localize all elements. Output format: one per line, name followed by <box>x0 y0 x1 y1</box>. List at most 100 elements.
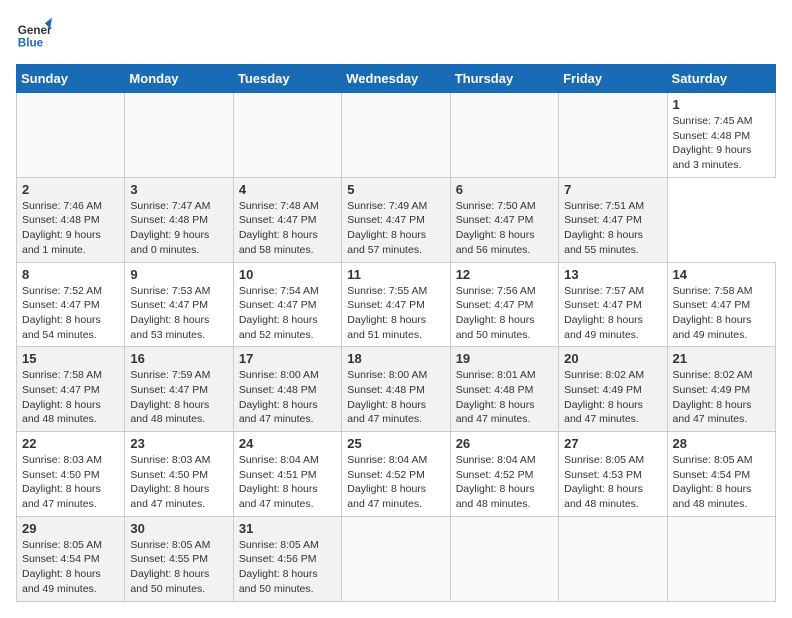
empty-cell <box>559 516 667 601</box>
day-info: Sunrise: 7:52 AMSunset: 4:47 PMDaylight:… <box>22 284 119 343</box>
day-number: 27 <box>564 436 661 451</box>
day-cell-13: 13 Sunrise: 7:57 AMSunset: 4:47 PMDaylig… <box>559 262 667 347</box>
day-cell-27: 27 Sunrise: 8:05 AMSunset: 4:53 PMDaylig… <box>559 432 667 517</box>
day-info: Sunrise: 8:05 AMSunset: 4:54 PMDaylight:… <box>22 538 119 597</box>
day-info: Sunrise: 8:03 AMSunset: 4:50 PMDaylight:… <box>130 453 227 512</box>
day-number: 14 <box>673 267 770 282</box>
day-cell-22: 22 Sunrise: 8:03 AMSunset: 4:50 PMDaylig… <box>17 432 125 517</box>
calendar-week-1: 2 Sunrise: 7:46 AMSunset: 4:48 PMDayligh… <box>17 177 776 262</box>
day-number: 31 <box>239 521 336 536</box>
day-cell-10: 10 Sunrise: 7:54 AMSunset: 4:47 PMDaylig… <box>233 262 341 347</box>
empty-cell <box>342 516 450 601</box>
day-header-wednesday: Wednesday <box>342 65 450 93</box>
page-header: General Blue <box>16 16 776 52</box>
day-cell-16: 16 Sunrise: 7:59 AMSunset: 4:47 PMDaylig… <box>125 347 233 432</box>
day-cell-5: 5 Sunrise: 7:49 AMSunset: 4:47 PMDayligh… <box>342 177 450 262</box>
day-info: Sunrise: 8:04 AMSunset: 4:51 PMDaylight:… <box>239 453 336 512</box>
day-cell-25: 25 Sunrise: 8:04 AMSunset: 4:52 PMDaylig… <box>342 432 450 517</box>
day-cell-21: 21 Sunrise: 8:02 AMSunset: 4:49 PMDaylig… <box>667 347 775 432</box>
day-info: Sunrise: 7:57 AMSunset: 4:47 PMDaylight:… <box>564 284 661 343</box>
day-cell-17: 17 Sunrise: 8:00 AMSunset: 4:48 PMDaylig… <box>233 347 341 432</box>
day-info: Sunrise: 8:04 AMSunset: 4:52 PMDaylight:… <box>456 453 553 512</box>
day-cell-11: 11 Sunrise: 7:55 AMSunset: 4:47 PMDaylig… <box>342 262 450 347</box>
day-info: Sunrise: 8:00 AMSunset: 4:48 PMDaylight:… <box>239 368 336 427</box>
day-header-thursday: Thursday <box>450 65 558 93</box>
day-header-tuesday: Tuesday <box>233 65 341 93</box>
day-number: 8 <box>22 267 119 282</box>
day-number: 30 <box>130 521 227 536</box>
day-number: 24 <box>239 436 336 451</box>
empty-cell <box>125 93 233 178</box>
day-number: 7 <box>564 182 661 197</box>
day-cell-6: 6 Sunrise: 7:50 AMSunset: 4:47 PMDayligh… <box>450 177 558 262</box>
day-number: 17 <box>239 351 336 366</box>
day-number: 28 <box>673 436 770 451</box>
day-cell-14: 14 Sunrise: 7:58 AMSunset: 4:47 PMDaylig… <box>667 262 775 347</box>
day-info: Sunrise: 8:05 AMSunset: 4:53 PMDaylight:… <box>564 453 661 512</box>
day-header-monday: Monday <box>125 65 233 93</box>
day-cell-30: 30 Sunrise: 8:05 AMSunset: 4:55 PMDaylig… <box>125 516 233 601</box>
day-info: Sunrise: 7:46 AMSunset: 4:48 PMDaylight:… <box>22 199 119 258</box>
day-number: 19 <box>456 351 553 366</box>
calendar-week-2: 8 Sunrise: 7:52 AMSunset: 4:47 PMDayligh… <box>17 262 776 347</box>
calendar-week-3: 15 Sunrise: 7:58 AMSunset: 4:47 PMDaylig… <box>17 347 776 432</box>
empty-cell <box>450 93 558 178</box>
day-number: 3 <box>130 182 227 197</box>
day-info: Sunrise: 7:54 AMSunset: 4:47 PMDaylight:… <box>239 284 336 343</box>
day-number: 4 <box>239 182 336 197</box>
svg-text:Blue: Blue <box>18 37 44 50</box>
day-cell-2: 2 Sunrise: 7:46 AMSunset: 4:48 PMDayligh… <box>17 177 125 262</box>
calendar-table: SundayMondayTuesdayWednesdayThursdayFrid… <box>16 64 776 602</box>
day-number: 1 <box>673 97 770 112</box>
day-number: 15 <box>22 351 119 366</box>
day-info: Sunrise: 8:00 AMSunset: 4:48 PMDaylight:… <box>347 368 444 427</box>
day-info: Sunrise: 8:02 AMSunset: 4:49 PMDaylight:… <box>673 368 770 427</box>
day-info: Sunrise: 7:59 AMSunset: 4:47 PMDaylight:… <box>130 368 227 427</box>
empty-cell <box>17 93 125 178</box>
calendar-header-row: SundayMondayTuesdayWednesdayThursdayFrid… <box>17 65 776 93</box>
day-cell-29: 29 Sunrise: 8:05 AMSunset: 4:54 PMDaylig… <box>17 516 125 601</box>
svg-text:General: General <box>18 24 52 37</box>
day-cell-15: 15 Sunrise: 7:58 AMSunset: 4:47 PMDaylig… <box>17 347 125 432</box>
day-info: Sunrise: 7:48 AMSunset: 4:47 PMDaylight:… <box>239 199 336 258</box>
day-number: 11 <box>347 267 444 282</box>
empty-cell <box>342 93 450 178</box>
day-number: 22 <box>22 436 119 451</box>
day-number: 26 <box>456 436 553 451</box>
day-info: Sunrise: 7:47 AMSunset: 4:48 PMDaylight:… <box>130 199 227 258</box>
day-cell-9: 9 Sunrise: 7:53 AMSunset: 4:47 PMDayligh… <box>125 262 233 347</box>
day-number: 23 <box>130 436 227 451</box>
calendar-week-0: 1 Sunrise: 7:45 AMSunset: 4:48 PMDayligh… <box>17 93 776 178</box>
empty-cell <box>233 93 341 178</box>
day-number: 13 <box>564 267 661 282</box>
logo-icon: General Blue <box>16 16 52 52</box>
day-cell-4: 4 Sunrise: 7:48 AMSunset: 4:47 PMDayligh… <box>233 177 341 262</box>
day-info: Sunrise: 7:56 AMSunset: 4:47 PMDaylight:… <box>456 284 553 343</box>
day-info: Sunrise: 8:03 AMSunset: 4:50 PMDaylight:… <box>22 453 119 512</box>
day-info: Sunrise: 7:49 AMSunset: 4:47 PMDaylight:… <box>347 199 444 258</box>
calendar-week-5: 29 Sunrise: 8:05 AMSunset: 4:54 PMDaylig… <box>17 516 776 601</box>
day-cell-1: 1 Sunrise: 7:45 AMSunset: 4:48 PMDayligh… <box>667 93 775 178</box>
day-number: 29 <box>22 521 119 536</box>
day-number: 16 <box>130 351 227 366</box>
calendar-week-4: 22 Sunrise: 8:03 AMSunset: 4:50 PMDaylig… <box>17 432 776 517</box>
day-number: 12 <box>456 267 553 282</box>
day-info: Sunrise: 8:04 AMSunset: 4:52 PMDaylight:… <box>347 453 444 512</box>
day-info: Sunrise: 8:05 AMSunset: 4:55 PMDaylight:… <box>130 538 227 597</box>
day-cell-31: 31 Sunrise: 8:05 AMSunset: 4:56 PMDaylig… <box>233 516 341 601</box>
day-info: Sunrise: 7:58 AMSunset: 4:47 PMDaylight:… <box>22 368 119 427</box>
empty-cell <box>450 516 558 601</box>
empty-cell <box>559 93 667 178</box>
day-info: Sunrise: 7:58 AMSunset: 4:47 PMDaylight:… <box>673 284 770 343</box>
day-number: 20 <box>564 351 661 366</box>
logo: General Blue <box>16 16 52 52</box>
day-number: 9 <box>130 267 227 282</box>
day-info: Sunrise: 8:02 AMSunset: 4:49 PMDaylight:… <box>564 368 661 427</box>
day-cell-18: 18 Sunrise: 8:00 AMSunset: 4:48 PMDaylig… <box>342 347 450 432</box>
day-number: 5 <box>347 182 444 197</box>
day-info: Sunrise: 8:01 AMSunset: 4:48 PMDaylight:… <box>456 368 553 427</box>
empty-cell <box>667 516 775 601</box>
day-header-sunday: Sunday <box>17 65 125 93</box>
day-info: Sunrise: 7:55 AMSunset: 4:47 PMDaylight:… <box>347 284 444 343</box>
day-number: 21 <box>673 351 770 366</box>
